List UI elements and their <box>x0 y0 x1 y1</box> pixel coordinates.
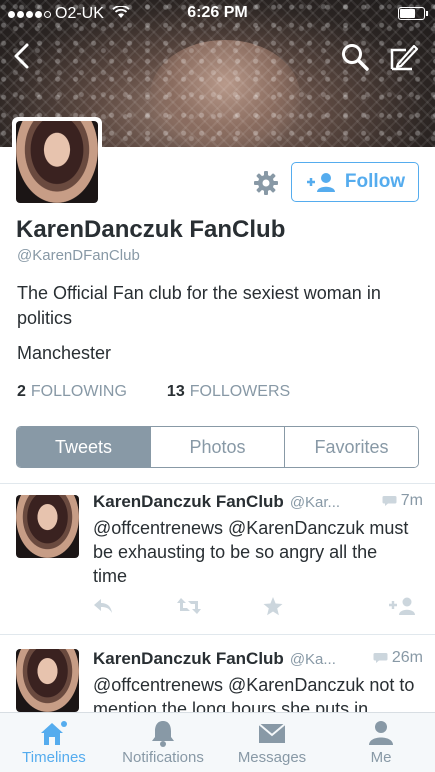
profile-avatar[interactable] <box>12 117 102 207</box>
profile-bio: The Official Fan club for the sexiest wo… <box>17 283 381 328</box>
tweet-author-handle: @Ka... <box>289 651 336 668</box>
nav-label: Messages <box>237 749 307 766</box>
nav-notifications[interactable]: Notifications <box>113 713 213 772</box>
reply-icon[interactable] <box>92 596 114 621</box>
tweet-actions <box>92 596 422 620</box>
bell-icon <box>152 721 174 747</box>
tweet-item[interactable]: KarenDanczuk FanClub @Ka... 26m @offcent… <box>0 635 435 712</box>
favorite-icon[interactable] <box>262 596 284 622</box>
clock: 6:26 PM <box>187 4 248 21</box>
profile-tabs: Tweets Photos Favorites <box>16 426 419 468</box>
tweet-timestamp: 26m <box>391 649 423 666</box>
following-count: 2 <box>17 383 26 400</box>
followers-stat[interactable]: 13 FOLLOWERS <box>167 383 290 401</box>
tweet-author-handle: @Kar... <box>289 494 341 511</box>
profile-name: KarenDanczuk FanClub <box>16 216 286 243</box>
nav-me[interactable]: Me <box>331 713 431 772</box>
battery-icon <box>398 7 428 20</box>
conversation-icon <box>382 496 397 506</box>
tweet-avatar[interactable] <box>16 649 79 712</box>
compose-tweet-icon[interactable] <box>388 42 420 72</box>
followers-count: 13 <box>166 383 185 400</box>
follow-label: Follow <box>344 171 406 192</box>
follow-user-icon[interactable] <box>388 596 418 621</box>
tweet-time: 26m <box>373 649 423 667</box>
tweet-text: @offcentrenews @KarenDanczuk must be exh… <box>93 518 409 586</box>
conversation-icon <box>373 653 388 663</box>
home-icon <box>41 721 67 745</box>
following-label: FOLLOWING <box>30 383 127 400</box>
tweet-timestamp: 7m <box>400 492 423 509</box>
tweet-text: @offcentrenews @KarenDanczuk not to ment… <box>93 675 415 712</box>
tab-favorites[interactable]: Favorites <box>285 427 418 467</box>
profile-location: Manchester <box>17 343 112 363</box>
person-icon <box>369 721 393 745</box>
following-stat[interactable]: 2 FOLLOWING <box>17 383 127 401</box>
tweet-author-name: KarenDanczuk FanClub <box>93 492 284 511</box>
nav-messages[interactable]: Messages <box>222 713 322 772</box>
nav-timelines[interactable]: Timelines <box>4 713 104 772</box>
nav-label: Me <box>370 749 392 766</box>
tweet-avatar[interactable] <box>16 495 79 558</box>
tab-photos[interactable]: Photos <box>151 427 285 467</box>
tweet-item[interactable]: KarenDanczuk FanClub @Kar... 7m @offcent… <box>0 484 435 634</box>
followers-label: FOLLOWERS <box>189 383 291 400</box>
profile-handle: @KarenDFanClub <box>17 247 140 264</box>
tweet-time: 7m <box>382 492 423 510</box>
retweet-icon[interactable] <box>176 596 202 621</box>
bottom-tab-bar: Timelines Notifications Messages Me <box>0 712 435 772</box>
search-icon[interactable] <box>340 42 370 72</box>
add-user-icon <box>306 173 335 192</box>
nav-label: Notifications <box>122 749 204 766</box>
follow-button[interactable]: Follow <box>291 162 419 202</box>
profile-stats: 2 FOLLOWING 13 FOLLOWERS <box>17 383 290 401</box>
envelope-icon <box>258 723 286 743</box>
nav-label: Timelines <box>22 749 86 766</box>
status-bar: O2-UK 6:26 PM <box>0 0 435 28</box>
avatar-image <box>16 121 98 203</box>
tab-tweets[interactable]: Tweets <box>17 427 151 467</box>
tweet-author-name: KarenDanczuk FanClub <box>93 649 284 668</box>
back-icon[interactable] <box>10 40 34 72</box>
gear-icon[interactable] <box>253 170 279 196</box>
